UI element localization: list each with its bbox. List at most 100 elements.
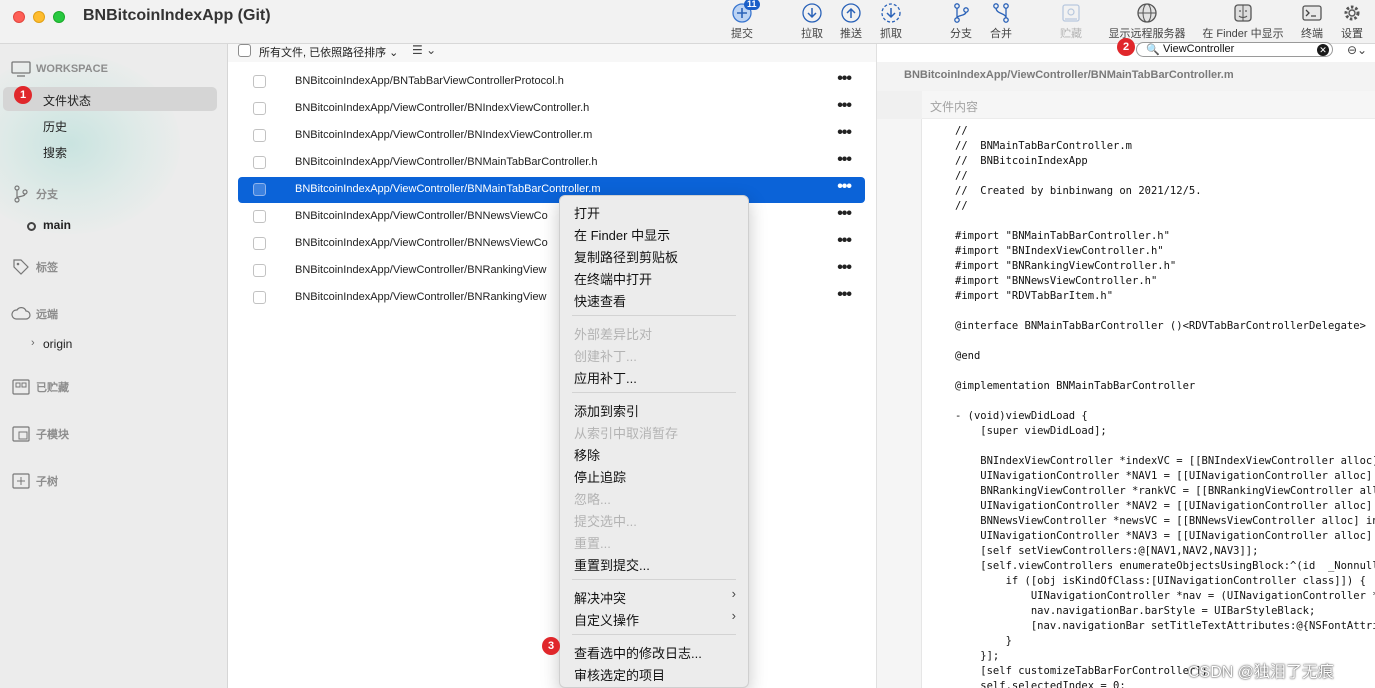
menu-item-custom-actions[interactable]: 自定义操作 — [574, 610, 639, 629]
code-line: // — [955, 200, 968, 212]
menu-item-create-patch: 创建补丁... — [574, 349, 637, 364]
fetch-button[interactable]: 抓取 — [875, 0, 907, 44]
code-line: @interface BNMainTabBarController ()<RDV… — [955, 320, 1366, 332]
code-line: #import "BNMainTabBarController.h" — [955, 230, 1170, 242]
file-row[interactable]: BNBitcoinIndexApp/ViewController/BNRanki… — [238, 258, 865, 284]
sidebar-section-branches[interactable]: 分支 — [10, 185, 58, 203]
stage-checkbox[interactable] — [253, 237, 266, 250]
menu-item-quick-look[interactable]: 快速查看 — [574, 291, 626, 310]
file-row[interactable]: BNBitcoinIndexApp/ViewController/BNNewsV… — [238, 204, 865, 230]
menu-item-remove[interactable]: 移除 — [574, 445, 600, 464]
sidebar-section-submodules[interactable]: 子模块 — [10, 425, 69, 443]
preview-content-header: 文件内容 — [877, 91, 1375, 119]
stage-checkbox[interactable] — [253, 102, 266, 115]
sidebar-section-tags[interactable]: 标签 — [10, 258, 58, 276]
branch-button[interactable]: 分支 — [945, 0, 977, 44]
sidebar-item-history[interactable]: 历史 — [43, 118, 67, 135]
menu-item-log-selected[interactable]: 查看选中的修改日志... — [574, 643, 702, 662]
code-line: // Created by binbinwang on 2021/12/5. — [955, 185, 1202, 197]
menu-item-stop-tracking[interactable]: 停止追踪 — [574, 467, 626, 486]
more-options-icon[interactable]: ••• — [837, 178, 852, 196]
window-zoom-button[interactable] — [53, 11, 65, 23]
file-path: BNBitcoinIndexApp/ViewController/BNRanki… — [295, 264, 547, 276]
sidebar-section-subtrees[interactable]: 子树 — [10, 472, 58, 490]
terminal-button[interactable]: 终端 — [1296, 0, 1328, 44]
search-input[interactable]: 🔍 ViewController ✕ — [1136, 42, 1333, 57]
menu-item-reset-to-commit[interactable]: 重置到提交... — [574, 555, 650, 574]
chevron-right-icon[interactable]: › — [31, 337, 35, 349]
submodule-icon — [10, 425, 32, 443]
sidebar-item-branch-main[interactable]: main — [43, 218, 71, 232]
stage-checkbox[interactable] — [253, 183, 266, 196]
file-path: BNBitcoinIndexApp/ViewController/BNMainT… — [295, 156, 598, 168]
menu-item-open[interactable]: 打开 — [574, 203, 600, 222]
stage-checkbox[interactable] — [253, 210, 266, 223]
more-options-icon[interactable]: ••• — [837, 205, 852, 223]
stage-checkbox[interactable] — [253, 156, 266, 169]
sidebar-item-file-status[interactable]: 文件状态 — [43, 92, 91, 109]
show-remote-button[interactable]: 显示远程服务器 — [1104, 0, 1190, 44]
search-options-dropdown[interactable]: ⊖⌄ — [1347, 43, 1367, 57]
menu-separator — [572, 634, 736, 635]
window-minimize-button[interactable] — [33, 11, 45, 23]
more-options-icon[interactable]: ••• — [837, 232, 852, 250]
code-line: // — [955, 170, 968, 182]
more-options-icon[interactable]: ••• — [837, 151, 852, 169]
sort-dropdown[interactable]: 所有文件, 已依照路径排序 ⌄ — [259, 44, 398, 60]
sidebar-item-search[interactable]: 搜索 — [43, 144, 67, 161]
more-options-icon[interactable]: ••• — [837, 124, 852, 142]
code-view[interactable]: // // BNMainTabBarController.m // BNBitcoi… — [955, 124, 1375, 688]
commit-button[interactable]: 11 提交 — [725, 0, 760, 44]
file-row[interactable]: BNBitcoinIndexApp/ViewController/BNMainT… — [238, 150, 865, 176]
stash-button[interactable]: 贮藏 — [1055, 0, 1087, 44]
file-path: BNBitcoinIndexApp/BNTabBarViewController… — [295, 75, 564, 87]
submenu-arrow-icon: › — [731, 586, 736, 601]
more-options-icon[interactable]: ••• — [837, 97, 852, 115]
code-line: [nav.navigationBar setTitleTextAttribute… — [955, 620, 1375, 632]
more-options-icon[interactable]: ••• — [837, 70, 852, 88]
file-row[interactable]: BNBitcoinIndexApp/ViewController/BNRanki… — [238, 285, 865, 311]
submenu-arrow-icon: › — [731, 608, 736, 623]
stage-checkbox[interactable] — [253, 291, 266, 304]
menu-item-ignore: 忽略... — [574, 492, 611, 507]
file-row-selected[interactable]: BNBitcoinIndexApp/ViewController/BNMainT… — [238, 177, 865, 203]
sidebar-item-remote-origin[interactable]: origin — [43, 337, 72, 351]
view-mode-dropdown[interactable]: ☰ ⌄ — [412, 43, 436, 57]
menu-item-show-in-finder[interactable]: 在 Finder 中显示 — [574, 225, 670, 244]
stage-checkbox[interactable] — [253, 129, 266, 142]
more-options-icon[interactable]: ••• — [837, 286, 852, 304]
pull-button[interactable]: 拉取 — [796, 0, 828, 44]
sidebar-section-remotes[interactable]: 远端 — [10, 305, 58, 323]
window-close-button[interactable] — [13, 11, 25, 23]
file-path: BNBitcoinIndexApp/ViewController/BNIndex… — [295, 102, 590, 114]
code-line: BNNewsViewController *newsVC = [[BNNewsV… — [955, 515, 1375, 527]
settings-button[interactable]: 设置 — [1336, 0, 1368, 44]
menu-item-resolve-conflicts[interactable]: 解决冲突 — [574, 588, 626, 607]
stage-checkbox[interactable] — [253, 75, 266, 88]
file-row[interactable]: BNBitcoinIndexApp/ViewController/BNNewsV… — [238, 231, 865, 257]
file-row[interactable]: BNBitcoinIndexApp/BNTabBarViewController… — [238, 69, 865, 95]
menu-item-open-in-terminal[interactable]: 在终端中打开 — [574, 269, 652, 288]
code-line: [super viewDidLoad]; — [955, 425, 1107, 437]
context-menu: 打开 在 Finder 中显示 复制路径到剪贴板 在终端中打开 快速查看 外部差… — [559, 195, 749, 688]
clear-search-icon[interactable]: ✕ — [1317, 44, 1329, 56]
push-button[interactable]: 推送 — [835, 0, 867, 44]
show-in-finder-button[interactable]: 在 Finder 中显示 — [1197, 0, 1289, 44]
file-row[interactable]: BNBitcoinIndexApp/ViewController/BNIndex… — [238, 96, 865, 122]
sidebar-selection-highlight — [3, 87, 217, 111]
menu-item-copy-path[interactable]: 复制路径到剪贴板 — [574, 247, 678, 266]
sidebar-section-stashes[interactable]: 已贮藏 — [10, 378, 69, 396]
code-line: // BNMainTabBarController.m — [955, 140, 1133, 152]
annotation-marker-3: 3 — [542, 637, 560, 655]
more-options-icon[interactable]: ••• — [837, 259, 852, 277]
menu-item-review-selected[interactable]: 审核选定的项目 — [574, 665, 665, 684]
select-all-checkbox[interactable] — [238, 44, 251, 57]
file-row[interactable]: BNBitcoinIndexApp/ViewController/BNIndex… — [238, 123, 865, 149]
file-path: BNBitcoinIndexApp/ViewController/BNNewsV… — [295, 237, 548, 249]
menu-item-add-to-index[interactable]: 添加到索引 — [574, 401, 639, 420]
code-line: if ([obj isKindOfClass:[UINavigationCont… — [955, 575, 1366, 587]
stage-checkbox[interactable] — [253, 264, 266, 277]
merge-button[interactable]: 合并 — [985, 0, 1017, 44]
menu-item-apply-patch[interactable]: 应用补丁... — [574, 368, 637, 387]
